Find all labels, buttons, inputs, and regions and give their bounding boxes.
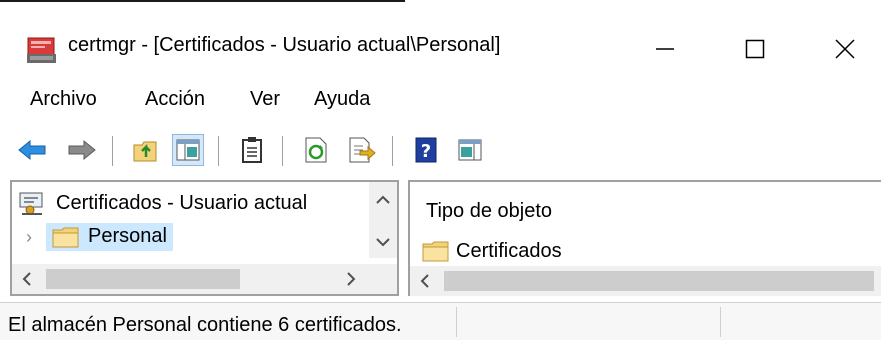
up-folder-icon xyxy=(133,141,157,162)
console-tree-pane[interactable]: Certificados - Usuario actual › Personal xyxy=(10,180,399,296)
minimize-icon xyxy=(656,48,674,50)
toolbar-separator xyxy=(218,136,219,166)
back-arrow-icon xyxy=(18,139,46,161)
help-icon: ? xyxy=(415,137,437,163)
toolbar-separator xyxy=(392,136,393,166)
clipboard-button[interactable] xyxy=(236,134,268,166)
title-bar[interactable]: certmgr - [Certificados - Usuario actual… xyxy=(0,2,881,86)
close-icon xyxy=(835,39,855,59)
results-pane[interactable]: Tipo de objeto Certificados xyxy=(408,180,881,296)
scroll-right-icon[interactable] xyxy=(338,264,362,294)
folder-icon xyxy=(52,227,79,247)
results-horizontal-scrollbar[interactable] xyxy=(410,266,881,296)
close-button[interactable] xyxy=(800,16,881,82)
svg-text:?: ? xyxy=(421,141,431,162)
certmgr-app-icon xyxy=(27,36,57,64)
status-divider xyxy=(456,307,457,337)
clipboard-icon xyxy=(242,137,262,163)
scroll-left-icon[interactable] xyxy=(16,264,40,294)
forward-button[interactable] xyxy=(66,134,98,166)
toolbar: ? xyxy=(0,124,881,172)
export-list-icon xyxy=(349,137,376,163)
certificates-store-icon xyxy=(19,192,43,215)
minimize-button[interactable] xyxy=(620,16,710,82)
help-button[interactable]: ? xyxy=(410,134,442,166)
menu-ver[interactable]: Ver xyxy=(250,88,280,111)
scroll-up-icon[interactable] xyxy=(369,190,397,210)
tree-selection-highlight: Personal xyxy=(46,223,173,251)
show-hide-console-tree-button[interactable] xyxy=(172,134,204,166)
refresh-button[interactable] xyxy=(300,134,332,166)
back-button[interactable] xyxy=(16,134,48,166)
tree-root-label: Certificados - Usuario actual xyxy=(56,191,308,214)
up-one-level-button[interactable] xyxy=(130,134,162,166)
menu-archivo[interactable]: Archivo xyxy=(30,88,97,111)
tree-horizontal-scrollbar[interactable] xyxy=(12,264,397,294)
tree-item-personal[interactable]: › Personal xyxy=(26,220,173,254)
tree-personal-label: Personal xyxy=(88,225,167,247)
show-hide-console-tree-icon xyxy=(176,139,200,161)
list-item[interactable]: Certificados xyxy=(422,234,562,268)
maximize-icon xyxy=(745,39,765,59)
maximize-button[interactable] xyxy=(710,16,800,82)
scroll-left-icon[interactable] xyxy=(414,266,438,296)
status-bar: El almacén Personal contiene 6 certifica… xyxy=(0,302,881,340)
menu-accion[interactable]: Acción xyxy=(145,88,205,111)
status-text: El almacén Personal contiene 6 certifica… xyxy=(8,314,402,336)
toolbar-separator xyxy=(282,136,283,166)
window-title: certmgr - [Certificados - Usuario actual… xyxy=(68,34,501,56)
toolbar-separator xyxy=(112,136,113,166)
action-pane-icon xyxy=(458,139,482,161)
folder-icon xyxy=(422,241,449,262)
column-header-tipo-de-objeto[interactable]: Tipo de objeto xyxy=(426,200,552,223)
menu-bar: Archivo Acción Ver Ayuda xyxy=(0,86,881,118)
list-item-label: Certificados xyxy=(456,239,562,262)
action-pane-button[interactable] xyxy=(454,134,486,166)
forward-arrow-icon xyxy=(68,139,96,161)
scroll-down-icon[interactable] xyxy=(369,232,397,252)
status-divider xyxy=(720,307,721,337)
tree-hscroll-thumb[interactable] xyxy=(46,269,240,289)
expand-chevron-icon[interactable]: › xyxy=(26,227,46,248)
tree-item-root[interactable]: Certificados - Usuario actual xyxy=(18,186,307,220)
refresh-icon xyxy=(305,137,327,163)
export-list-button[interactable] xyxy=(346,134,378,166)
results-hscroll-thumb[interactable] xyxy=(444,271,874,291)
menu-ayuda[interactable]: Ayuda xyxy=(314,88,370,111)
tree-vertical-scrollbar[interactable] xyxy=(369,182,397,258)
